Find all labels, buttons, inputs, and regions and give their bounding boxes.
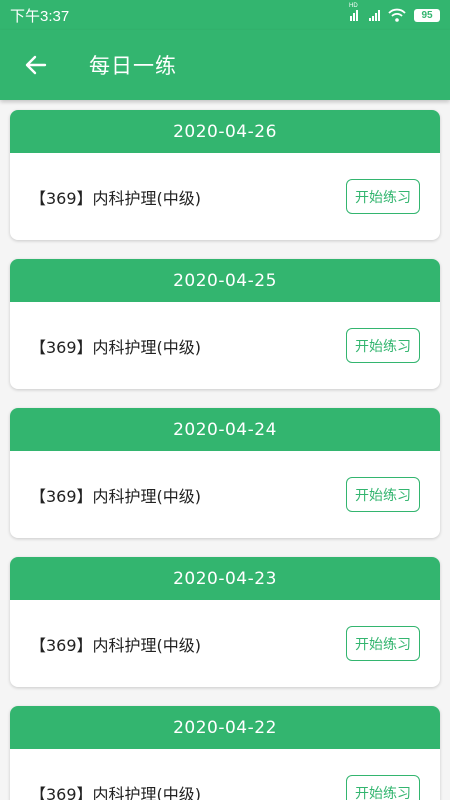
card-body: 【369】内科护理(中级) 开始练习 — [10, 749, 440, 800]
start-practice-button[interactable]: 开始练习 — [346, 626, 420, 661]
card-body: 【369】内科护理(中级) 开始练习 — [10, 302, 440, 389]
status-time: 下午3:37 — [10, 7, 70, 25]
card-date: 2020-04-22 — [10, 706, 440, 749]
card-subject: 【369】内科护理(中级) — [30, 784, 202, 800]
battery-icon: 95 — [414, 8, 440, 22]
signal-icon — [369, 9, 380, 21]
practice-card: 2020-04-23 【369】内科护理(中级) 开始练习 — [10, 557, 440, 687]
back-button[interactable] — [21, 50, 51, 80]
arrow-left-icon — [25, 55, 47, 75]
status-bar: 下午3:37 HD 95 — [0, 0, 450, 30]
card-body: 【369】内科护理(中级) 开始练习 — [10, 153, 440, 240]
card-subject: 【369】内科护理(中级) — [30, 635, 202, 655]
hd-signal-icon: HD — [349, 3, 361, 21]
practice-card: 2020-04-24 【369】内科护理(中级) 开始练习 — [10, 408, 440, 538]
status-icons: HD 95 — [349, 3, 440, 22]
card-date: 2020-04-26 — [10, 110, 440, 153]
card-body: 【369】内科护理(中级) 开始练习 — [10, 600, 440, 687]
wifi-icon — [388, 8, 406, 22]
page-title: 每日一练 — [89, 54, 177, 78]
start-practice-button[interactable]: 开始练习 — [346, 775, 420, 800]
card-date: 2020-04-25 — [10, 259, 440, 302]
practice-card: 2020-04-26 【369】内科护理(中级) 开始练习 — [10, 110, 440, 240]
card-subject: 【369】内科护理(中级) — [30, 486, 202, 506]
start-practice-button[interactable]: 开始练习 — [346, 179, 420, 214]
hd-label: HD — [349, 3, 358, 9]
card-date: 2020-04-23 — [10, 557, 440, 600]
card-body: 【369】内科护理(中级) 开始练习 — [10, 451, 440, 538]
practice-card: 2020-04-22 【369】内科护理(中级) 开始练习 — [10, 706, 440, 800]
card-date: 2020-04-24 — [10, 408, 440, 451]
start-practice-button[interactable]: 开始练习 — [346, 328, 420, 363]
app-header: 每日一练 — [0, 30, 450, 100]
card-subject: 【369】内科护理(中级) — [30, 337, 202, 357]
practice-card: 2020-04-25 【369】内科护理(中级) 开始练习 — [10, 259, 440, 389]
practice-list[interactable]: 2020-04-26 【369】内科护理(中级) 开始练习 2020-04-25… — [0, 100, 450, 800]
start-practice-button[interactable]: 开始练习 — [346, 477, 420, 512]
card-subject: 【369】内科护理(中级) — [30, 188, 202, 208]
